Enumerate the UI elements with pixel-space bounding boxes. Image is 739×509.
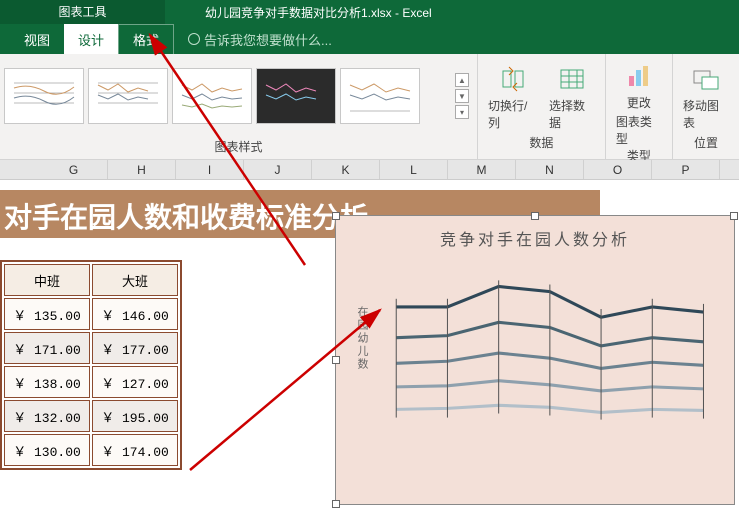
col-header[interactable]: P: [652, 160, 720, 179]
scroll-down-icon[interactable]: ▼: [455, 89, 469, 103]
tell-me-placeholder: 告诉我您想要做什么...: [204, 30, 332, 49]
resize-handle[interactable]: [531, 212, 539, 220]
chart-styles-group: ▲ ▼ ▾ 图表样式: [0, 54, 478, 159]
title-bar: 图表工具 幼儿园竞争对手数据对比分析1.xlsx - Excel: [0, 0, 739, 24]
col-header[interactable]: H: [108, 160, 176, 179]
type-group: 更改 图表类型 类型: [606, 54, 673, 159]
col-header[interactable]: Q: [720, 160, 739, 179]
resize-handle[interactable]: [332, 356, 340, 364]
chart-y-axis-label[interactable]: 在园幼儿数: [354, 306, 370, 371]
ribbon: ▲ ▼ ▾ 图表样式 切换行/列 选择数据 数据 更改 图表类型: [0, 54, 739, 160]
bulb-icon: [188, 33, 200, 45]
col-header[interactable]: K: [312, 160, 380, 179]
tab-design[interactable]: 设计: [64, 24, 118, 54]
table-header-row: 中班大班: [4, 264, 178, 296]
col-header[interactable]: L: [380, 160, 448, 179]
table-row: ￥ 132.00￥ 195.00: [4, 400, 178, 432]
data-group: 切换行/列 选择数据 数据: [478, 54, 606, 159]
switch-icon: [497, 63, 529, 95]
resize-handle[interactable]: [730, 212, 738, 220]
location-group: 移动图表 位置: [673, 54, 739, 159]
table-row: ￥ 171.00￥ 177.00: [4, 332, 178, 364]
select-data-icon: [556, 63, 588, 95]
column-headers: G H I J K L M N O P Q: [0, 160, 739, 180]
expand-gallery-icon[interactable]: ▾: [455, 105, 469, 119]
filename-label: 幼儿园竞争对手数据对比分析1.xlsx - Excel: [205, 4, 432, 21]
move-chart-button[interactable]: 移动图表: [683, 63, 729, 131]
col-header[interactable]: J: [244, 160, 312, 179]
chart-style-5[interactable]: [340, 68, 420, 124]
chart-style-1[interactable]: [4, 68, 84, 124]
table-row: ￥ 138.00￥ 127.00: [4, 366, 178, 398]
switch-row-col-button[interactable]: 切换行/列: [488, 63, 537, 131]
chart-plot-area[interactable]: [386, 266, 724, 481]
style-scroll: ▲ ▼ ▾: [455, 73, 469, 119]
chart-style-2[interactable]: [88, 68, 168, 124]
tell-me-search[interactable]: 告诉我您想要做什么...: [188, 30, 332, 49]
col-header[interactable]: M: [448, 160, 516, 179]
data-group-label: 数据: [529, 134, 553, 155]
ribbon-tabs: 视图 设计 格式 告诉我您想要做什么...: [0, 24, 739, 54]
chart-title[interactable]: 竞争对手在园人数分析: [336, 216, 734, 260]
col-header[interactable]: O: [584, 160, 652, 179]
table-row: ￥ 135.00￥ 146.00: [4, 298, 178, 330]
embedded-chart[interactable]: 竞争对手在园人数分析 在园幼儿数: [335, 215, 735, 505]
tab-format[interactable]: 格式: [118, 24, 174, 54]
table-row: ￥ 130.00￥ 174.00: [4, 434, 178, 466]
chart-style-4[interactable]: [256, 68, 336, 124]
chart-type-icon: [623, 60, 655, 92]
price-table[interactable]: 中班大班 ￥ 135.00￥ 146.00 ￥ 171.00￥ 177.00 ￥…: [0, 260, 182, 470]
tab-view[interactable]: 视图: [10, 24, 64, 54]
worksheet[interactable]: G H I J K L M N O P Q 对手在园人数和收费标准分析 中班大班…: [0, 160, 739, 509]
chart-style-3[interactable]: [172, 68, 252, 124]
change-chart-type-button[interactable]: 更改 图表类型: [616, 60, 662, 147]
move-chart-icon: [690, 63, 722, 95]
select-data-button[interactable]: 选择数据: [549, 63, 595, 131]
col-header[interactable]: I: [176, 160, 244, 179]
col-header[interactable]: G: [40, 160, 108, 179]
location-group-label: 位置: [694, 134, 718, 155]
col-header[interactable]: N: [516, 160, 584, 179]
chart-tools-label: 图表工具: [0, 0, 165, 24]
resize-handle[interactable]: [332, 500, 340, 508]
styles-group-label: 图表样式: [0, 138, 477, 159]
resize-handle[interactable]: [332, 212, 340, 220]
scroll-up-icon[interactable]: ▲: [455, 73, 469, 87]
